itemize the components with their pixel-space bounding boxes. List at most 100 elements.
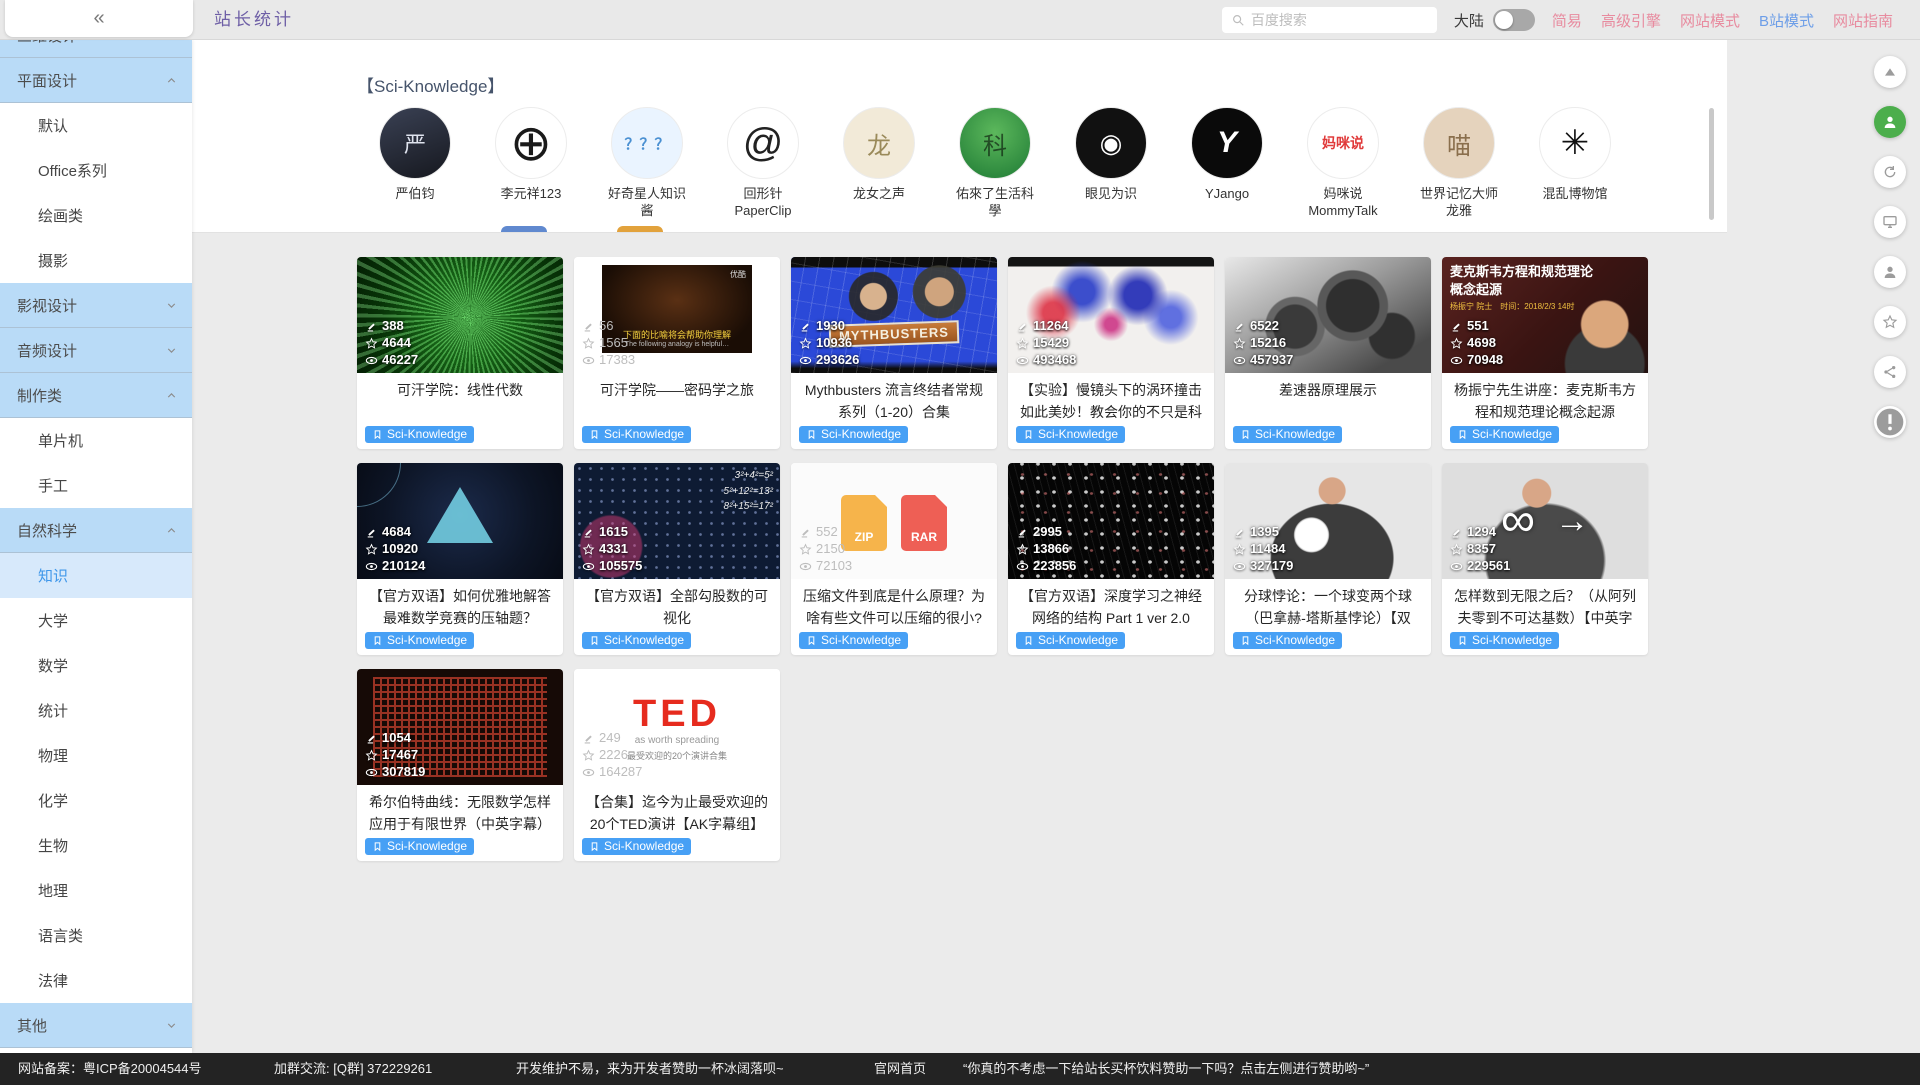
uploader-item[interactable]: 喵世界记忆大师龙雅 bbox=[1401, 107, 1517, 220]
stat-value: 4644 bbox=[382, 335, 411, 352]
sidebar-group-8[interactable]: 制作类 bbox=[0, 373, 192, 418]
sidebar-item-单片机[interactable]: 单片机 bbox=[0, 418, 192, 463]
video-card[interactable]: MYTHBUSTERS193010936293626Mythbusters 流言… bbox=[791, 257, 997, 449]
share-button[interactable] bbox=[1874, 356, 1906, 388]
user-button[interactable] bbox=[1874, 256, 1906, 288]
uploader-item[interactable]: ✳混乱博物馆 bbox=[1517, 107, 1633, 220]
arrow-up-button[interactable] bbox=[1874, 56, 1906, 88]
video-card[interactable]: TEDas worth spreading最受欢迎的20个演讲合集2492226… bbox=[574, 669, 780, 861]
monitor-icon bbox=[1882, 214, 1898, 230]
stat-row: 11484 bbox=[1233, 541, 1293, 558]
info-button[interactable] bbox=[1874, 406, 1906, 438]
stat-value: 551 bbox=[1467, 318, 1489, 335]
uploader-panel: 【Sci-Knowledge】 严严伯钧⊕李元祥123？？？好奇星人知识酱@回形… bbox=[192, 40, 1727, 233]
sci-knowledge-tag[interactable]: Sci-Knowledge bbox=[365, 632, 474, 649]
sidebar-group-22[interactable]: 其他 bbox=[0, 1003, 192, 1048]
region-toggle[interactable] bbox=[1493, 9, 1535, 31]
myth-thumbnail: MYTHBUSTERS193010936293626 bbox=[791, 257, 997, 373]
sidebar-group-11[interactable]: 自然科学 bbox=[0, 508, 192, 553]
star-icon bbox=[1233, 543, 1246, 556]
inf-thumbnail: ∞→12948357229561 bbox=[1442, 463, 1648, 579]
sci-knowledge-tag[interactable]: Sci-Knowledge bbox=[1233, 426, 1342, 443]
sci-knowledge-tag[interactable]: Sci-Knowledge bbox=[1450, 426, 1559, 443]
footer-item-0[interactable]: 网站备案：粤ICP备20004544号 bbox=[18, 1053, 202, 1085]
sci-knowledge-tag[interactable]: Sci-Knowledge bbox=[582, 632, 691, 649]
sidebar-item-数学[interactable]: 数学 bbox=[0, 643, 192, 688]
stat-value: 17467 bbox=[382, 747, 418, 764]
sidebar-item-化学[interactable]: 化学 bbox=[0, 778, 192, 823]
search-box[interactable] bbox=[1222, 7, 1437, 33]
video-card[interactable]: 3²+4²=5²5²+12²=13²8²+15²=17²161543311055… bbox=[574, 463, 780, 655]
topbar-link-3[interactable]: B站模式 bbox=[1759, 10, 1814, 31]
sci-knowledge-tag[interactable]: Sci-Knowledge bbox=[1016, 632, 1125, 649]
video-card[interactable]: ∞→12948357229561怎样数到无限之后？（从阿列夫零到不可达基数）【中… bbox=[1442, 463, 1648, 655]
video-card[interactable]: 1126415429493468【实验】慢镜头下的涡环撞击如此美妙！教会你的不只… bbox=[1008, 257, 1214, 449]
video-card[interactable]: ZIPRAR552215072103压缩文件到底是什么原理？为啥有些文件可以压缩… bbox=[791, 463, 997, 655]
search-input[interactable] bbox=[1251, 12, 1428, 28]
uploader-item[interactable]: 科佑來了生活科學 bbox=[937, 107, 1053, 220]
sidebar-group-1[interactable]: 平面设计 bbox=[0, 58, 192, 103]
sci-knowledge-tag[interactable]: Sci-Knowledge bbox=[582, 426, 691, 443]
uploader-item[interactable]: 严严伯钧 bbox=[357, 107, 473, 220]
bookmark-icon bbox=[372, 841, 383, 852]
video-card[interactable]: 105417467307819希尔伯特曲线：无限数学怎样应用于有限世界（中英字幕… bbox=[357, 669, 563, 861]
uploader-item[interactable]: ◉眼见为识 bbox=[1053, 107, 1169, 220]
sidebar-item-摄影[interactable]: 摄影 bbox=[0, 238, 192, 283]
sci-knowledge-tag[interactable]: Sci-Knowledge bbox=[1016, 426, 1125, 443]
refresh-button[interactable] bbox=[1874, 156, 1906, 188]
uploader-item[interactable]: YYJango bbox=[1169, 107, 1285, 220]
sidebar-item-Office系列[interactable]: Office系列 bbox=[0, 148, 192, 193]
sci-knowledge-tag[interactable]: Sci-Knowledge bbox=[1450, 632, 1559, 649]
sidebar-item-手工[interactable]: 手工 bbox=[0, 463, 192, 508]
star-button[interactable] bbox=[1874, 306, 1906, 338]
video-card[interactable]: 299513866223856【官方双语】深度学习之神经网络的结构 Part 1… bbox=[1008, 463, 1214, 655]
video-card[interactable]: 麦克斯韦方程和规范理论概念起源杨振宁 院士 时间：2018/2/3 14时551… bbox=[1442, 257, 1648, 449]
tag-label: Sci-Knowledge bbox=[1472, 633, 1552, 647]
user-button[interactable] bbox=[1874, 106, 1906, 138]
sci-knowledge-tag[interactable]: Sci-Knowledge bbox=[799, 426, 908, 443]
uploader-item[interactable]: 妈咪说妈咪说MommyTalk bbox=[1285, 107, 1401, 220]
video-card[interactable]: 优酷下面的比喻将会帮助你理解The following analogy is h… bbox=[574, 257, 780, 449]
sidebar-collapse-button[interactable]: « bbox=[5, 0, 193, 37]
sidebar-item-物理[interactable]: 物理 bbox=[0, 733, 192, 778]
video-card[interactable]: 139511484327179分球悖论：一个球变两个球（巴拿赫-塔斯基悖论）【双… bbox=[1225, 463, 1431, 655]
sidebar-group-7[interactable]: 音频设计 bbox=[0, 328, 192, 373]
uploader-item[interactable]: ⊕李元祥123 bbox=[473, 107, 589, 220]
uploader-item[interactable]: @回形针PaperClip bbox=[705, 107, 821, 220]
sidebar-item-知识[interactable]: 知识 bbox=[0, 553, 192, 598]
sidebar-item-统计[interactable]: 统计 bbox=[0, 688, 192, 733]
sci-knowledge-tag[interactable]: Sci-Knowledge bbox=[365, 838, 474, 855]
bookmark-icon bbox=[806, 635, 817, 646]
avatar: Y bbox=[1191, 107, 1263, 179]
sci-knowledge-tag[interactable]: Sci-Knowledge bbox=[1233, 632, 1342, 649]
sidebar-item-默认[interactable]: 默认 bbox=[0, 103, 192, 148]
sci-knowledge-tag[interactable]: Sci-Knowledge bbox=[799, 632, 908, 649]
video-card[interactable]: 468410920210124【官方双语】如何优雅地解答最难数学竞赛的压轴题？S… bbox=[357, 463, 563, 655]
sci-knowledge-tag[interactable]: Sci-Knowledge bbox=[365, 426, 474, 443]
pyth-thumbnail: 3²+4²=5²5²+12²=13²8²+15²=17²161543311055… bbox=[574, 463, 780, 579]
sidebar-item-绘画类[interactable]: 绘画类 bbox=[0, 193, 192, 238]
uploader-item[interactable]: 龙龙女之声 bbox=[821, 107, 937, 220]
topbar-link-0[interactable]: 简易 bbox=[1552, 10, 1582, 31]
avatar: ✳ bbox=[1539, 107, 1611, 179]
stat-row: 2995 bbox=[1016, 524, 1076, 541]
topbar-link-2[interactable]: 网站模式 bbox=[1680, 10, 1740, 31]
sidebar-group-6[interactable]: 影视设计 bbox=[0, 283, 192, 328]
sidebar-item-法律[interactable]: 法律 bbox=[0, 958, 192, 1003]
sidebar-item-大学[interactable]: 大学 bbox=[0, 598, 192, 643]
topbar-link-1[interactable]: 高级引擎 bbox=[1601, 10, 1661, 31]
sidebar-item-地理[interactable]: 地理 bbox=[0, 868, 192, 913]
sidebar-item-语言类[interactable]: 语言类 bbox=[0, 913, 192, 958]
video-card[interactable]: 652215216457937差速器原理展示Sci-Knowledge bbox=[1225, 257, 1431, 449]
topbar-link-4[interactable]: 网站指南 bbox=[1833, 10, 1893, 31]
panel-scrollbar[interactable] bbox=[1709, 108, 1714, 220]
uploader-item[interactable]: ？？？好奇星人知识酱 bbox=[589, 107, 705, 220]
monitor-button[interactable] bbox=[1874, 206, 1906, 238]
sidebar-item-生物[interactable]: 生物 bbox=[0, 823, 192, 868]
thumbnail-overlay-text: TED bbox=[633, 695, 721, 733]
coin-icon bbox=[582, 526, 595, 539]
video-card[interactable]: 388464446227可汗学院：线性代数Sci-Knowledge bbox=[357, 257, 563, 449]
footer-item-3[interactable]: 官网首页 bbox=[874, 1053, 926, 1085]
sci-knowledge-tag[interactable]: Sci-Knowledge bbox=[582, 838, 691, 855]
sidebar-group-0[interactable]: 三维设计 bbox=[0, 40, 192, 58]
